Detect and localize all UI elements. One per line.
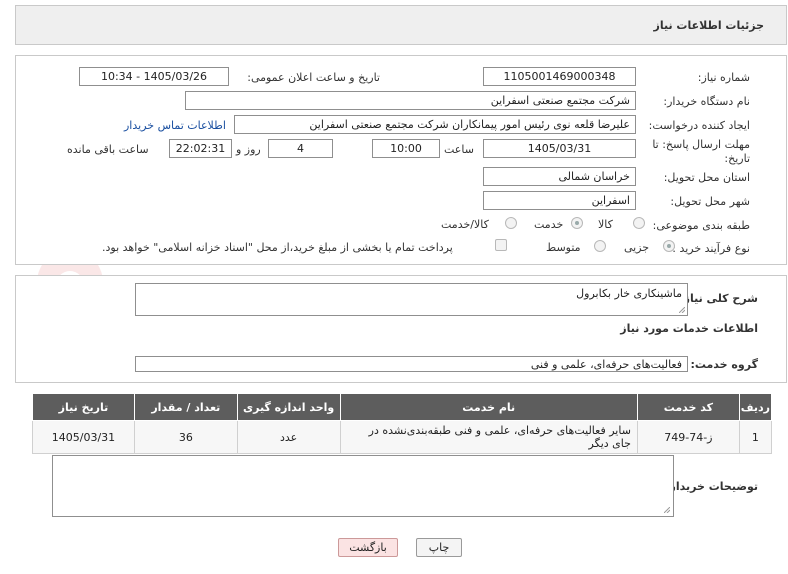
category-radio-goods[interactable]: [633, 217, 645, 229]
buyer-org-label: نام دستگاه خریدار:: [663, 95, 750, 108]
deadline-label: مهلت ارسال پاسخ: تا تاریخ:: [652, 138, 750, 165]
province-label: استان محل تحویل:: [663, 171, 750, 184]
summary-text: ماشینکاری خار بکابرول: [576, 287, 682, 300]
deadline-time-field: 10:00: [372, 139, 440, 158]
buyer-contact-link[interactable]: اطلاعات تماس خریدار: [124, 119, 226, 132]
col-header-quantity: تعداد / مقدار: [133, 393, 238, 421]
requester-label: ایجاد کننده درخواست:: [648, 119, 750, 132]
category-option-service: خدمت: [534, 218, 564, 231]
resize-handle-icon[interactable]: [679, 307, 685, 313]
remaining-days-field: 4: [268, 139, 333, 158]
city-label: شهر محل تحویل:: [670, 195, 750, 208]
category-option-goods-service: کالا/خدمت: [441, 218, 489, 231]
services-table-wrapper: ردیف کد خدمت نام خدمت واحد اندازه گیری ت…: [32, 393, 773, 454]
purchase-option-medium: متوسط: [546, 241, 581, 254]
table-row: 1 ز-74-749 سایر فعالیت‌های حرفه‌ای، علمی…: [32, 420, 773, 454]
purchase-option-minor: جزیی: [624, 241, 650, 254]
notes-resize-handle-icon[interactable]: [664, 507, 670, 513]
col-header-service-code: کد خدمت: [636, 393, 740, 421]
back-button[interactable]: بازگشت: [338, 538, 398, 557]
treasury-payment-checkbox[interactable]: [495, 239, 507, 251]
purchase-radio-medium[interactable]: [594, 240, 606, 252]
deadline-date-field: 1405/03/31: [483, 139, 636, 158]
cell-quantity: 36: [133, 420, 238, 454]
remaining-time-label: ساعت باقی مانده: [67, 143, 149, 156]
col-header-service-name: نام خدمت: [339, 393, 638, 421]
cell-need-date: 1405/03/31: [32, 420, 135, 454]
buyer-notes-label: توضیحات خریدار:: [665, 480, 758, 493]
treasury-payment-note: پرداخت تمام یا بخشی از مبلغ خرید،از محل …: [102, 241, 453, 254]
cell-service-name: سایر فعالیت‌های حرفه‌ای، علمی و فنی طبقه…: [339, 420, 638, 454]
announce-datetime-field: 1405/03/26 - 10:34: [79, 67, 229, 86]
category-label: طبقه بندی موضوعی:: [652, 219, 750, 232]
cell-row-number: 1: [738, 420, 773, 454]
requester-field: علیرضا قلعه نوی رئیس امور پیمانکاران شرک…: [234, 115, 636, 134]
col-header-row-number: ردیف: [738, 393, 773, 421]
need-number-field: 1105001469000348: [483, 67, 636, 86]
days-label: روز و: [236, 143, 261, 156]
buyer-org-field: شرکت مجتمع صنعتی اسفراین: [185, 91, 636, 110]
purchase-type-label: نوع فرآیند خرید :: [672, 242, 750, 255]
buyer-notes-textarea[interactable]: [52, 455, 674, 517]
summary-textarea[interactable]: ماشینکاری خار بکابرول: [135, 283, 688, 316]
service-group-field: فعالیت‌های حرفه‌ای، علمی و فنی: [135, 356, 688, 372]
cell-unit: عدد: [236, 420, 341, 454]
remaining-time-field: 22:02:31: [169, 139, 232, 158]
page-header: جزئیات اطلاعات نیاز: [15, 5, 787, 45]
services-section-title: اطلاعات خدمات مورد نیاز: [620, 322, 758, 335]
table-header-row: ردیف کد خدمت نام خدمت واحد اندازه گیری ت…: [32, 393, 773, 421]
city-field: اسفراین: [483, 191, 636, 210]
page-title: جزئیات اطلاعات نیاز: [653, 19, 765, 32]
announce-datetime-label: تاریخ و ساعت اعلان عمومی:: [247, 71, 380, 84]
service-group-label: گروه خدمت:: [690, 358, 758, 371]
category-option-goods: کالا: [598, 218, 613, 231]
col-header-unit: واحد اندازه گیری: [236, 393, 341, 421]
services-table: ردیف کد خدمت نام خدمت واحد اندازه گیری ت…: [32, 393, 773, 454]
need-number-label: شماره نیاز:: [697, 71, 750, 84]
cell-service-code: ز-74-749: [636, 420, 740, 454]
deadline-time-label: ساعت: [444, 143, 474, 156]
col-header-need-date: تاریخ نیاز: [32, 393, 135, 421]
summary-label: شرح کلی نیاز:: [679, 292, 758, 305]
province-field: خراسان شمالی: [483, 167, 636, 186]
print-button[interactable]: چاپ: [416, 538, 462, 557]
purchase-radio-minor[interactable]: [663, 240, 675, 252]
category-radio-goods-service[interactable]: [505, 217, 517, 229]
category-radio-service[interactable]: [571, 217, 583, 229]
